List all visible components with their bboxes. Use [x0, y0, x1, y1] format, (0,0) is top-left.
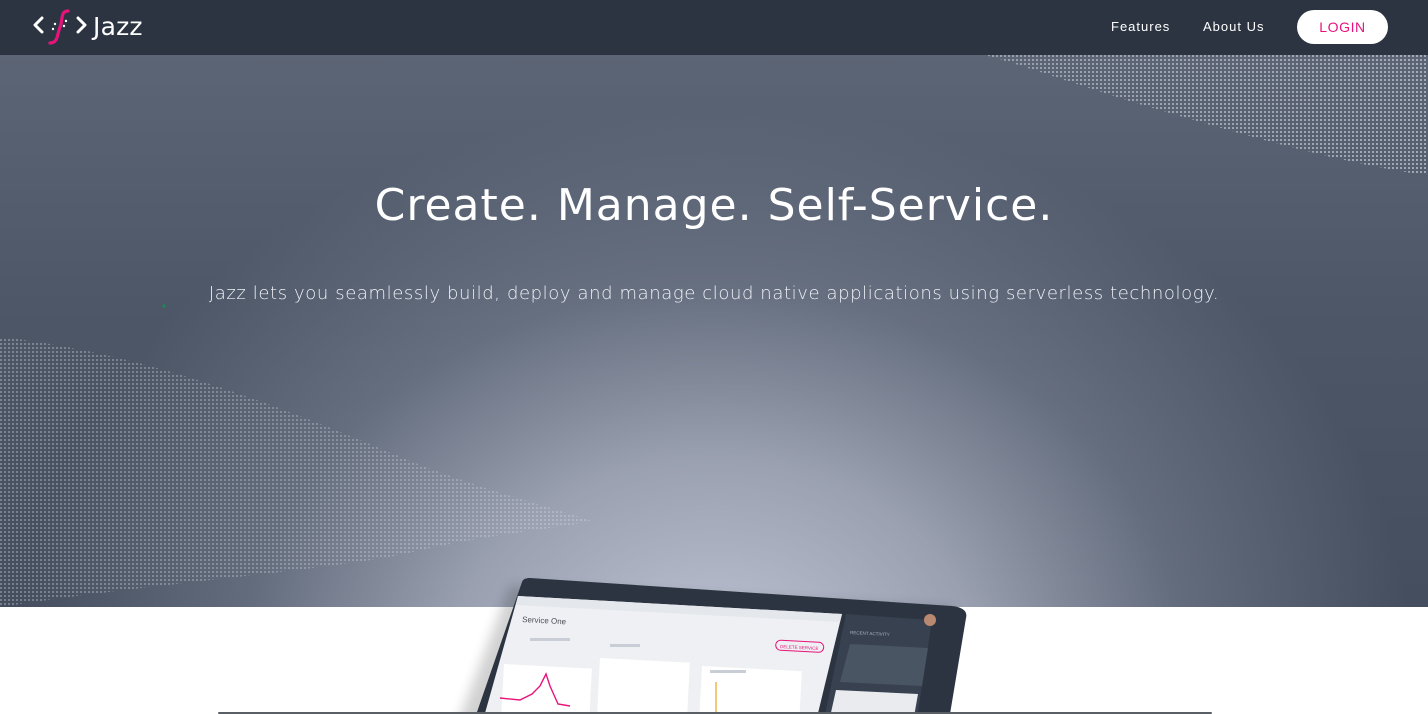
- dot-pattern-decoration: [0, 55, 1428, 607]
- hero-section: Create. Manage. Self-Service. Jazz lets …: [0, 55, 1428, 607]
- brand-name: Jazz: [93, 12, 143, 41]
- hero-title: Create. Manage. Self-Service.: [374, 180, 1054, 231]
- nav-link-features[interactable]: Features: [1111, 19, 1170, 35]
- jazz-logo-icon: [33, 9, 87, 45]
- jazz-logo[interactable]: Jazz: [33, 7, 143, 47]
- nav-link-about-us[interactable]: About Us: [1203, 19, 1264, 35]
- hero-subtitle: Jazz lets you seamlessly build, deploy a…: [208, 283, 1220, 304]
- dashboard-preview-image: Service One DELETE SERVICE RECENT ACTIVI…: [460, 578, 970, 714]
- avatar: [924, 614, 936, 626]
- login-button[interactable]: LOGIN: [1297, 10, 1388, 44]
- top-navbar: Jazz Features About Us LOGIN: [0, 0, 1428, 55]
